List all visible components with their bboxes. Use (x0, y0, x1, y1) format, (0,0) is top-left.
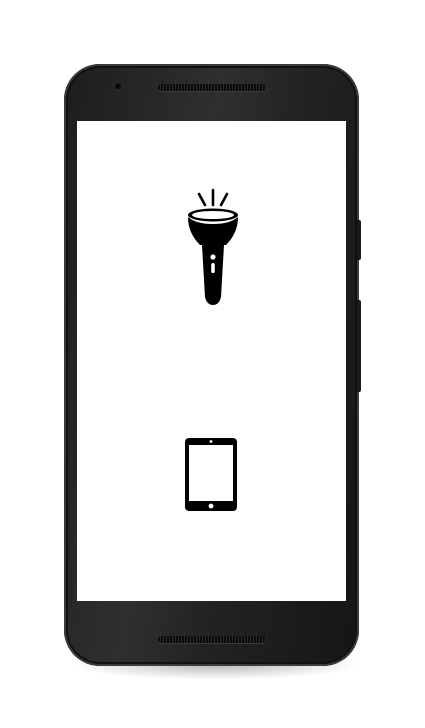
bottom-speaker-grille (158, 636, 266, 643)
app-screen (77, 121, 346, 601)
top-speaker-grille (158, 84, 266, 91)
front-camera (115, 83, 121, 89)
power-button (357, 220, 361, 260)
tablet-button[interactable] (183, 436, 239, 514)
volume-rocker (357, 300, 361, 392)
flashlight-icon (188, 188, 238, 305)
tablet-icon (185, 438, 237, 511)
flashlight-button[interactable] (184, 187, 242, 309)
